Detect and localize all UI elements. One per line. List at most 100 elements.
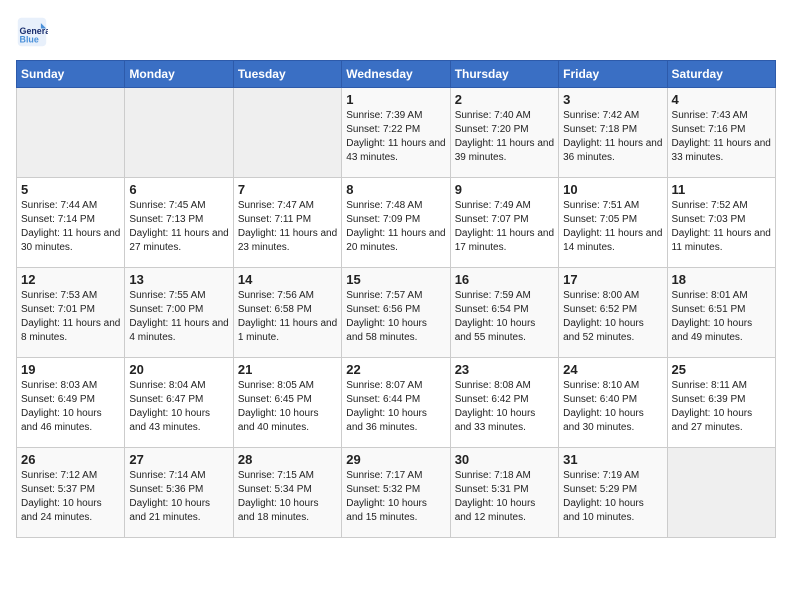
day-info: Sunrise: 8:03 AM Sunset: 6:49 PM Dayligh… xyxy=(21,379,120,435)
day-info: Sunrise: 7:48 AM Sunset: 7:09 PM Dayligh… xyxy=(346,199,445,255)
day-number: 24 xyxy=(563,362,662,377)
calendar-cell: 29 Sunrise: 7:17 AM Sunset: 5:32 PM Dayli… xyxy=(342,448,450,538)
day-number: 15 xyxy=(346,272,445,287)
week-row-2: 5 Sunrise: 7:44 AM Sunset: 7:14 PM Daylig… xyxy=(17,178,776,268)
day-info: Sunrise: 7:15 AM Sunset: 5:34 PM Dayligh… xyxy=(238,469,337,525)
calendar-cell: 8Sunrise: 7:48 AM Sunset: 7:09 PM Daylig… xyxy=(342,178,450,268)
calendar-cell: 25Sunrise: 8:11 AM Sunset: 6:39 PM Dayli… xyxy=(667,358,775,448)
day-info: Sunrise: 8:11 AM Sunset: 6:39 PM Dayligh… xyxy=(672,379,771,435)
day-info: Sunrise: 7:19 AM Sunset: 5:29 PM Dayligh… xyxy=(563,469,662,525)
day-info: Sunrise: 8:01 AM Sunset: 6:51 PM Dayligh… xyxy=(672,289,771,345)
calendar-table: SundayMondayTuesdayWednesdayThursdayFrid… xyxy=(16,60,776,538)
day-number: 5 xyxy=(21,182,120,197)
day-header-friday: Friday xyxy=(559,61,667,88)
calendar-cell: 9 Sunrise: 7:49 AM Sunset: 7:07 PM Daylig… xyxy=(450,178,558,268)
calendar-cell: 12 Sunrise: 7:53 AM Sunset: 7:01 PM Dayli… xyxy=(17,268,125,358)
day-number: 17 xyxy=(563,272,662,287)
calendar-cell: 28 Sunrise: 7:15 AM Sunset: 5:34 PM Dayli… xyxy=(233,448,341,538)
calendar-cell: 1Sunrise: 7:39 AM Sunset: 7:22 PM Daylig… xyxy=(342,88,450,178)
day-header-saturday: Saturday xyxy=(667,61,775,88)
day-info: Sunrise: 8:07 AM Sunset: 6:44 PM Dayligh… xyxy=(346,379,445,435)
day-info: Sunrise: 7:40 AM Sunset: 7:20 PM Dayligh… xyxy=(455,109,554,165)
day-info: Sunrise: 7:51 AM Sunset: 7:05 PM Dayligh… xyxy=(563,199,662,255)
day-info: Sunrise: 7:53 AM Sunset: 7:01 PM Dayligh… xyxy=(21,289,120,345)
day-header-monday: Monday xyxy=(125,61,233,88)
calendar-cell: 27 Sunrise: 7:14 AM Sunset: 5:36 PM Dayli… xyxy=(125,448,233,538)
day-info: Sunrise: 7:52 AM Sunset: 7:03 PM Dayligh… xyxy=(672,199,771,255)
calendar-cell xyxy=(667,448,775,538)
day-header-tuesday: Tuesday xyxy=(233,61,341,88)
day-info: Sunrise: 7:49 AM Sunset: 7:07 PM Dayligh… xyxy=(455,199,554,255)
logo: General Blue xyxy=(16,16,52,48)
day-number: 16 xyxy=(455,272,554,287)
week-row-5: 26Sunrise: 7:12 AM Sunset: 5:37 PM Dayli… xyxy=(17,448,776,538)
calendar-cell: 31 Sunrise: 7:19 AM Sunset: 5:29 PM Dayli… xyxy=(559,448,667,538)
calendar-cell: 19 Sunrise: 8:03 AM Sunset: 6:49 PM Dayli… xyxy=(17,358,125,448)
calendar-cell: 2Sunrise: 7:40 AM Sunset: 7:20 PM Daylig… xyxy=(450,88,558,178)
day-number: 4 xyxy=(672,92,771,107)
day-number: 3 xyxy=(563,92,662,107)
calendar-cell xyxy=(125,88,233,178)
calendar-cell: 6 Sunrise: 7:45 AM Sunset: 7:13 PM Daylig… xyxy=(125,178,233,268)
calendar-cell: 10 Sunrise: 7:51 AM Sunset: 7:05 PM Dayli… xyxy=(559,178,667,268)
calendar-cell xyxy=(17,88,125,178)
day-info: Sunrise: 7:43 AM Sunset: 7:16 PM Dayligh… xyxy=(672,109,771,165)
calendar-cell: 18 Sunrise: 8:01 AM Sunset: 6:51 PM Dayli… xyxy=(667,268,775,358)
day-info: Sunrise: 7:56 AM Sunset: 6:58 PM Dayligh… xyxy=(238,289,337,345)
week-row-3: 12 Sunrise: 7:53 AM Sunset: 7:01 PM Dayli… xyxy=(17,268,776,358)
day-header-wednesday: Wednesday xyxy=(342,61,450,88)
day-info: Sunrise: 7:44 AM Sunset: 7:14 PM Dayligh… xyxy=(21,199,120,255)
calendar-cell: 5 Sunrise: 7:44 AM Sunset: 7:14 PM Daylig… xyxy=(17,178,125,268)
day-info: Sunrise: 7:17 AM Sunset: 5:32 PM Dayligh… xyxy=(346,469,445,525)
calendar-cell: 4 Sunrise: 7:43 AM Sunset: 7:16 PM Daylig… xyxy=(667,88,775,178)
calendar-cell xyxy=(233,88,341,178)
day-number: 9 xyxy=(455,182,554,197)
day-number: 12 xyxy=(21,272,120,287)
day-number: 22 xyxy=(346,362,445,377)
svg-text:Blue: Blue xyxy=(20,35,39,45)
day-info: Sunrise: 7:59 AM Sunset: 6:54 PM Dayligh… xyxy=(455,289,554,345)
day-number: 29 xyxy=(346,452,445,467)
calendar-cell: 11Sunrise: 7:52 AM Sunset: 7:03 PM Dayli… xyxy=(667,178,775,268)
week-row-4: 19 Sunrise: 8:03 AM Sunset: 6:49 PM Dayli… xyxy=(17,358,776,448)
day-info: Sunrise: 8:05 AM Sunset: 6:45 PM Dayligh… xyxy=(238,379,337,435)
day-number: 21 xyxy=(238,362,337,377)
day-number: 6 xyxy=(129,182,228,197)
day-info: Sunrise: 7:14 AM Sunset: 5:36 PM Dayligh… xyxy=(129,469,228,525)
week-row-1: 1Sunrise: 7:39 AM Sunset: 7:22 PM Daylig… xyxy=(17,88,776,178)
day-info: Sunrise: 8:08 AM Sunset: 6:42 PM Dayligh… xyxy=(455,379,554,435)
calendar-cell: 22 Sunrise: 8:07 AM Sunset: 6:44 PM Dayli… xyxy=(342,358,450,448)
calendar-cell: 20Sunrise: 8:04 AM Sunset: 6:47 PM Dayli… xyxy=(125,358,233,448)
calendar-cell: 13 Sunrise: 7:55 AM Sunset: 7:00 PM Dayli… xyxy=(125,268,233,358)
page-header: General Blue xyxy=(16,16,776,48)
day-number: 18 xyxy=(672,272,771,287)
calendar-cell: 23 Sunrise: 8:08 AM Sunset: 6:42 PM Dayli… xyxy=(450,358,558,448)
day-number: 23 xyxy=(455,362,554,377)
day-info: Sunrise: 7:12 AM Sunset: 5:37 PM Dayligh… xyxy=(21,469,120,525)
calendar-body: 1Sunrise: 7:39 AM Sunset: 7:22 PM Daylig… xyxy=(17,88,776,538)
day-number: 14 xyxy=(238,272,337,287)
day-number: 1 xyxy=(346,92,445,107)
calendar-cell: 7Sunrise: 7:47 AM Sunset: 7:11 PM Daylig… xyxy=(233,178,341,268)
logo-icon: General Blue xyxy=(16,16,48,48)
day-info: Sunrise: 7:18 AM Sunset: 5:31 PM Dayligh… xyxy=(455,469,554,525)
day-number: 31 xyxy=(563,452,662,467)
day-number: 28 xyxy=(238,452,337,467)
day-header-sunday: Sunday xyxy=(17,61,125,88)
day-header-thursday: Thursday xyxy=(450,61,558,88)
day-info: Sunrise: 7:42 AM Sunset: 7:18 PM Dayligh… xyxy=(563,109,662,165)
calendar-cell: 21 Sunrise: 8:05 AM Sunset: 6:45 PM Dayli… xyxy=(233,358,341,448)
day-number: 13 xyxy=(129,272,228,287)
day-info: Sunrise: 7:57 AM Sunset: 6:56 PM Dayligh… xyxy=(346,289,445,345)
calendar-cell: 14 Sunrise: 7:56 AM Sunset: 6:58 PM Dayli… xyxy=(233,268,341,358)
day-info: Sunrise: 7:45 AM Sunset: 7:13 PM Dayligh… xyxy=(129,199,228,255)
day-number: 19 xyxy=(21,362,120,377)
day-info: Sunrise: 8:10 AM Sunset: 6:40 PM Dayligh… xyxy=(563,379,662,435)
day-number: 10 xyxy=(563,182,662,197)
day-number: 7 xyxy=(238,182,337,197)
day-info: Sunrise: 7:55 AM Sunset: 7:00 PM Dayligh… xyxy=(129,289,228,345)
day-info: Sunrise: 8:00 AM Sunset: 6:52 PM Dayligh… xyxy=(563,289,662,345)
calendar-cell: 16 Sunrise: 7:59 AM Sunset: 6:54 PM Dayli… xyxy=(450,268,558,358)
day-number: 27 xyxy=(129,452,228,467)
calendar-cell: 15 Sunrise: 7:57 AM Sunset: 6:56 PM Dayli… xyxy=(342,268,450,358)
